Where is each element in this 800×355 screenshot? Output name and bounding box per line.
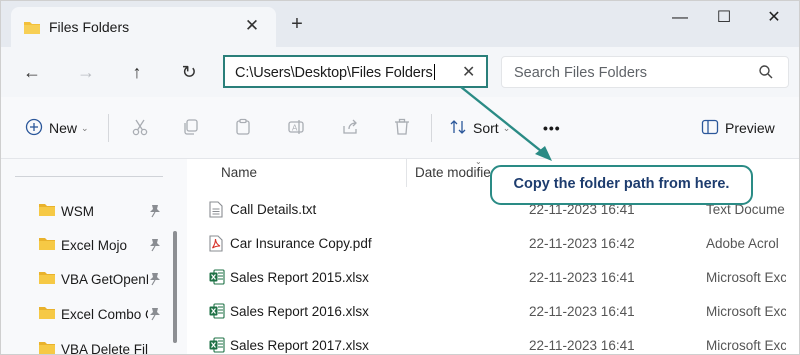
sidebar-item-excel-combo[interactable]: Excel Combo C xyxy=(39,303,169,325)
excel-file-icon xyxy=(209,269,225,288)
folder-icon xyxy=(39,306,55,322)
plus-circle-icon xyxy=(25,118,43,139)
file-date: 22-11-2023 16:41 xyxy=(529,270,635,285)
cut-button[interactable] xyxy=(131,117,149,139)
sidebar-item-vba-delete-file[interactable]: VBA Delete File xyxy=(39,338,169,355)
file-date: 22-11-2023 16:42 xyxy=(529,236,635,251)
table-row[interactable]: Sales Report 2016.xlsx 22-11-2023 16:41 … xyxy=(187,295,799,329)
chevron-down-icon: ⌄ xyxy=(502,122,511,133)
up-button[interactable]: ↑ xyxy=(126,61,148,83)
sidebar-item-wsm[interactable]: WSM xyxy=(39,200,169,222)
sidebar-item-label: VBA GetOpenF xyxy=(61,271,148,287)
folder-icon xyxy=(39,341,55,354)
sidebar-scrollbar[interactable] xyxy=(173,231,177,343)
close-window-button[interactable]: ✕ xyxy=(759,9,789,29)
forward-button[interactable]: → xyxy=(75,61,97,83)
tab-bar: Files Folders ✕ + — ☐ ✕ xyxy=(1,1,799,47)
pin-icon[interactable] xyxy=(149,204,161,221)
preview-button[interactable]: Preview xyxy=(701,117,775,139)
share-button[interactable] xyxy=(341,117,359,139)
sidebar-item-label: Excel Mojo xyxy=(61,237,128,253)
tab-files-folders[interactable]: Files Folders ✕ xyxy=(11,7,276,47)
share-icon xyxy=(341,118,359,139)
excel-file-icon xyxy=(209,337,225,354)
sidebar-item-excel-mojo[interactable]: Excel Mojo xyxy=(39,234,169,256)
search-box[interactable]: Search Files Folders xyxy=(501,56,789,88)
pin-icon[interactable] xyxy=(149,272,161,289)
pin-icon[interactable] xyxy=(149,307,161,324)
refresh-button[interactable]: ↻ xyxy=(178,61,200,83)
folder-icon xyxy=(39,271,55,287)
scissors-icon xyxy=(131,118,149,139)
sidebar-item-label: WSM xyxy=(61,203,94,219)
callout-text: Copy the folder path from here. xyxy=(513,176,730,192)
pane-divider xyxy=(15,176,163,177)
copy-button[interactable] xyxy=(182,117,200,139)
navigation-pane: WSM Excel Mojo VBA GetOpenF Excel Combo … xyxy=(1,159,187,355)
new-tab-button[interactable]: + xyxy=(286,14,308,36)
sort-label: Sort xyxy=(473,120,499,136)
column-header-date[interactable]: Date modifie xyxy=(415,165,491,180)
tab-title: Files Folders xyxy=(49,19,130,35)
command-bar: New ⌄ A Sort ⌄ ••• Preview xyxy=(1,97,799,159)
rename-icon: A xyxy=(287,118,305,139)
maximize-button[interactable]: ☐ xyxy=(709,9,739,29)
copy-icon xyxy=(182,118,200,139)
column-divider[interactable] xyxy=(406,159,407,187)
clipboard-icon xyxy=(234,118,252,139)
rename-button[interactable]: A xyxy=(287,117,305,139)
file-type: Microsoft Exc xyxy=(706,304,786,319)
file-type: Adobe Acrol xyxy=(706,236,779,251)
table-row[interactable]: Sales Report 2017.xlsx 22-11-2023 16:41 … xyxy=(187,329,799,354)
file-name: Car Insurance Copy.pdf xyxy=(230,236,372,251)
toolbar-divider xyxy=(108,114,109,142)
file-date: 22-11-2023 16:41 xyxy=(529,304,635,319)
back-button[interactable]: ← xyxy=(21,61,43,83)
search-placeholder[interactable]: Search Files Folders xyxy=(514,65,647,81)
sort-icon xyxy=(449,118,467,139)
folder-icon xyxy=(39,237,55,253)
sidebar-item-label: Excel Combo C xyxy=(61,306,148,322)
more-options-button[interactable]: ••• xyxy=(543,117,561,139)
column-header-name[interactable]: Name xyxy=(221,165,257,180)
search-icon[interactable] xyxy=(758,64,774,83)
file-type: Microsoft Exc xyxy=(706,270,786,285)
navigation-bar: ← → ↑ ↻ C:\Users\Desktop\Files Folders ✕… xyxy=(1,47,799,97)
table-row[interactable]: Sales Report 2015.xlsx 22-11-2023 16:41 … xyxy=(187,261,799,295)
file-date: 22-11-2023 16:41 xyxy=(529,338,635,353)
file-explorer-window: Files Folders ✕ + — ☐ ✕ ← → ↑ ↻ C:\Users… xyxy=(0,0,800,355)
pdf-file-icon xyxy=(209,235,223,255)
folder-icon xyxy=(23,20,41,38)
table-row[interactable]: Car Insurance Copy.pdf 22-11-2023 16:42 … xyxy=(187,227,799,261)
address-path[interactable]: C:\Users\Desktop\Files Folders xyxy=(235,65,433,81)
file-name: Sales Report 2016.xlsx xyxy=(230,304,369,319)
excel-file-icon xyxy=(209,303,225,322)
pin-icon[interactable] xyxy=(149,238,161,255)
text-caret xyxy=(433,64,435,80)
file-name: Sales Report 2017.xlsx xyxy=(230,338,369,353)
close-tab-icon[interactable]: ✕ xyxy=(241,16,263,38)
sidebar-item-label: VBA Delete File xyxy=(61,341,148,355)
file-type: Microsoft Exc xyxy=(706,338,786,353)
address-bar[interactable]: C:\Users\Desktop\Files Folders ✕ xyxy=(223,55,488,88)
minimize-button[interactable]: — xyxy=(665,9,695,29)
sidebar-item-vba-getopenf[interactable]: VBA GetOpenF xyxy=(39,268,169,290)
toolbar-divider xyxy=(431,114,432,142)
sort-button[interactable]: Sort ⌄ xyxy=(449,117,510,139)
folder-icon xyxy=(39,203,55,219)
new-label: New xyxy=(49,120,78,136)
delete-button[interactable] xyxy=(393,117,411,139)
chevron-down-icon: ⌄ xyxy=(81,122,89,133)
text-file-icon xyxy=(209,201,223,221)
preview-label: Preview xyxy=(725,120,775,136)
paste-button[interactable] xyxy=(234,117,252,139)
trash-icon xyxy=(393,118,411,139)
svg-text:A: A xyxy=(292,123,298,132)
preview-pane-icon xyxy=(701,119,719,138)
file-name: Sales Report 2015.xlsx xyxy=(230,270,369,285)
new-button[interactable]: New ⌄ xyxy=(25,117,89,139)
file-name: Call Details.txt xyxy=(230,202,317,217)
annotation-callout: Copy the folder path from here. xyxy=(490,165,753,205)
clear-address-icon[interactable]: ✕ xyxy=(462,62,475,82)
